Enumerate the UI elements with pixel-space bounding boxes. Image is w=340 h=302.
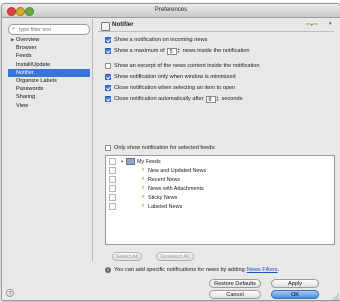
view-menu-icon[interactable]: ▾ [329,21,332,27]
stepper-arrows-icon[interactable]: ▲ ▼ [177,47,181,55]
stepper-arrows-icon[interactable]: ▲ ▼ [216,95,220,103]
page-title: Notifier [112,21,134,28]
search-icon: ⌕ [12,26,16,32]
option-only-minimized[interactable]: Show notification only when window is mi… [105,73,236,81]
select-all-button[interactable]: Select All [112,252,142,261]
folder-icon [125,158,135,165]
notifier-page-icon [101,22,110,31]
tree-row-feed[interactable]: ⌕ Sticky News [109,194,177,201]
tree-row-feed[interactable]: ⌕ News with Attachments [109,185,204,192]
tree-checkbox[interactable] [109,203,116,210]
tree-row-feed[interactable]: ⌕ Labeled News [109,203,182,210]
option-label: Show an excerpt of the news content insi… [114,63,260,69]
option-show-excerpt[interactable]: Show an excerpt of the news content insi… [105,62,260,70]
preferences-window: Preferences ⌕ ▶Overview Browser Feeds In… [1,3,340,301]
tree-label: New and Updated News [148,167,207,174]
sidebar-item-overview[interactable]: ▶ Overview [8,36,90,44]
auto-close-value[interactable]: 8 [205,95,216,103]
sidebar-item-install-update[interactable]: Install/Update [8,61,90,69]
forward-arrow-icon[interactable]: ⇨ [313,22,318,28]
window-title: Preferences [154,7,188,13]
info-message: i You can add specific notifications for… [105,267,279,273]
sidebar-nav: ▶ Overview Browser Feeds Install/Update N… [8,36,90,110]
checkbox[interactable] [105,63,111,69]
tree-label: Recent News [148,176,181,183]
sidebar-item-browser[interactable]: Browser [8,44,90,52]
resize-grip-icon[interactable] [332,293,339,300]
option-label: Only show notification for selected feed… [114,145,216,151]
option-label: Show a maximum of [114,48,165,54]
info-text: You can add specific notifications for n… [114,267,245,273]
info-suffix: . [277,267,280,273]
tree-checkbox[interactable] [109,176,116,183]
deselect-all-button[interactable]: Deselect All [156,252,194,261]
tree-checkbox[interactable] [109,167,116,174]
restore-defaults-button[interactable]: Restore Defaults [209,279,261,288]
checkbox[interactable] [105,85,111,91]
filter-field[interactable]: ⌕ [8,24,90,35]
feed-icon: ⌕ [141,167,145,173]
checkbox[interactable] [105,74,111,80]
feed-icon: ⌕ [141,176,145,182]
checkbox[interactable] [105,37,111,43]
checkbox[interactable] [105,145,111,151]
option-label: news inside the notification [182,48,250,54]
option-max-news[interactable]: Show a maximum of 5 ▲ ▼ news inside the n… [105,47,250,55]
history-nav-arrows[interactable]: ⇦▾⇨ [306,21,318,28]
header-divider [98,31,334,32]
option-label: Show a notification on incoming news [114,37,208,43]
tree-checkbox[interactable] [109,158,116,165]
tree-label: News with Attachments [148,185,204,192]
filter-input[interactable] [19,25,85,34]
title-bar: Preferences [2,4,340,18]
sidebar-item-feeds[interactable]: Feeds [8,52,90,60]
option-label: seconds [221,96,243,102]
option-label: Show notification only when window is mi… [114,74,236,80]
cancel-button[interactable]: Cancel [209,290,261,299]
option-close-on-open[interactable]: Close notification when selecting an ite… [105,84,235,92]
tree-checkbox[interactable] [109,194,116,201]
feed-icon: ⌕ [141,185,145,191]
max-news-stepper[interactable]: 5 ▲ ▼ [166,47,181,55]
feeds-tree[interactable]: ▼ My Feeds ⌕ New and Updated News ⌕ Rece… [105,155,335,245]
option-auto-close[interactable]: Close notification automatically after 8… [105,95,242,103]
sidebar-item-view[interactable]: View [8,102,90,110]
max-news-value[interactable]: 5 [166,47,177,55]
sidebar-item-passwords[interactable]: Passwords [8,85,90,93]
checkbox[interactable] [105,48,111,54]
sidebar-divider[interactable] [92,19,93,261]
collapse-triangle-icon[interactable]: ▼ [120,159,124,164]
tree-label: Labeled News [148,203,183,210]
tree-label: Sticky News [148,194,178,201]
feed-icon: ⌕ [141,194,145,200]
tree-row-feed[interactable]: ⌕ New and Updated News [109,167,206,174]
news-filters-link[interactable]: News Filters [247,267,278,273]
feed-icon: ⌕ [141,203,145,209]
auto-close-stepper[interactable]: 8 ▲ ▼ [205,95,220,103]
checkbox[interactable] [105,96,111,102]
option-label: Close notification automatically after [114,96,204,102]
tree-row-my-feeds[interactable]: ▼ My Feeds [109,158,161,165]
help-button[interactable]: ? [6,289,14,297]
apply-button[interactable]: Apply [271,279,319,288]
ok-button[interactable]: OK [271,290,319,299]
sidebar-item-sharing[interactable]: Sharing [8,93,90,101]
option-only-selected-feeds[interactable]: Only show notification for selected feed… [105,144,216,152]
sidebar-item-notifier[interactable]: Notifier [8,68,90,77]
tree-row-feed[interactable]: ⌕ Recent News [109,176,180,183]
info-icon: i [105,267,111,273]
option-label: Close notification when selecting an ite… [114,85,236,91]
option-show-on-incoming[interactable]: Show a notification on incoming news [105,36,207,44]
tree-checkbox[interactable] [109,185,116,192]
sidebar-item-organize-labels[interactable]: Organize Labels [8,77,90,85]
sidebar-item-label: Overview [16,37,40,43]
tree-label: My Feeds [136,158,161,165]
